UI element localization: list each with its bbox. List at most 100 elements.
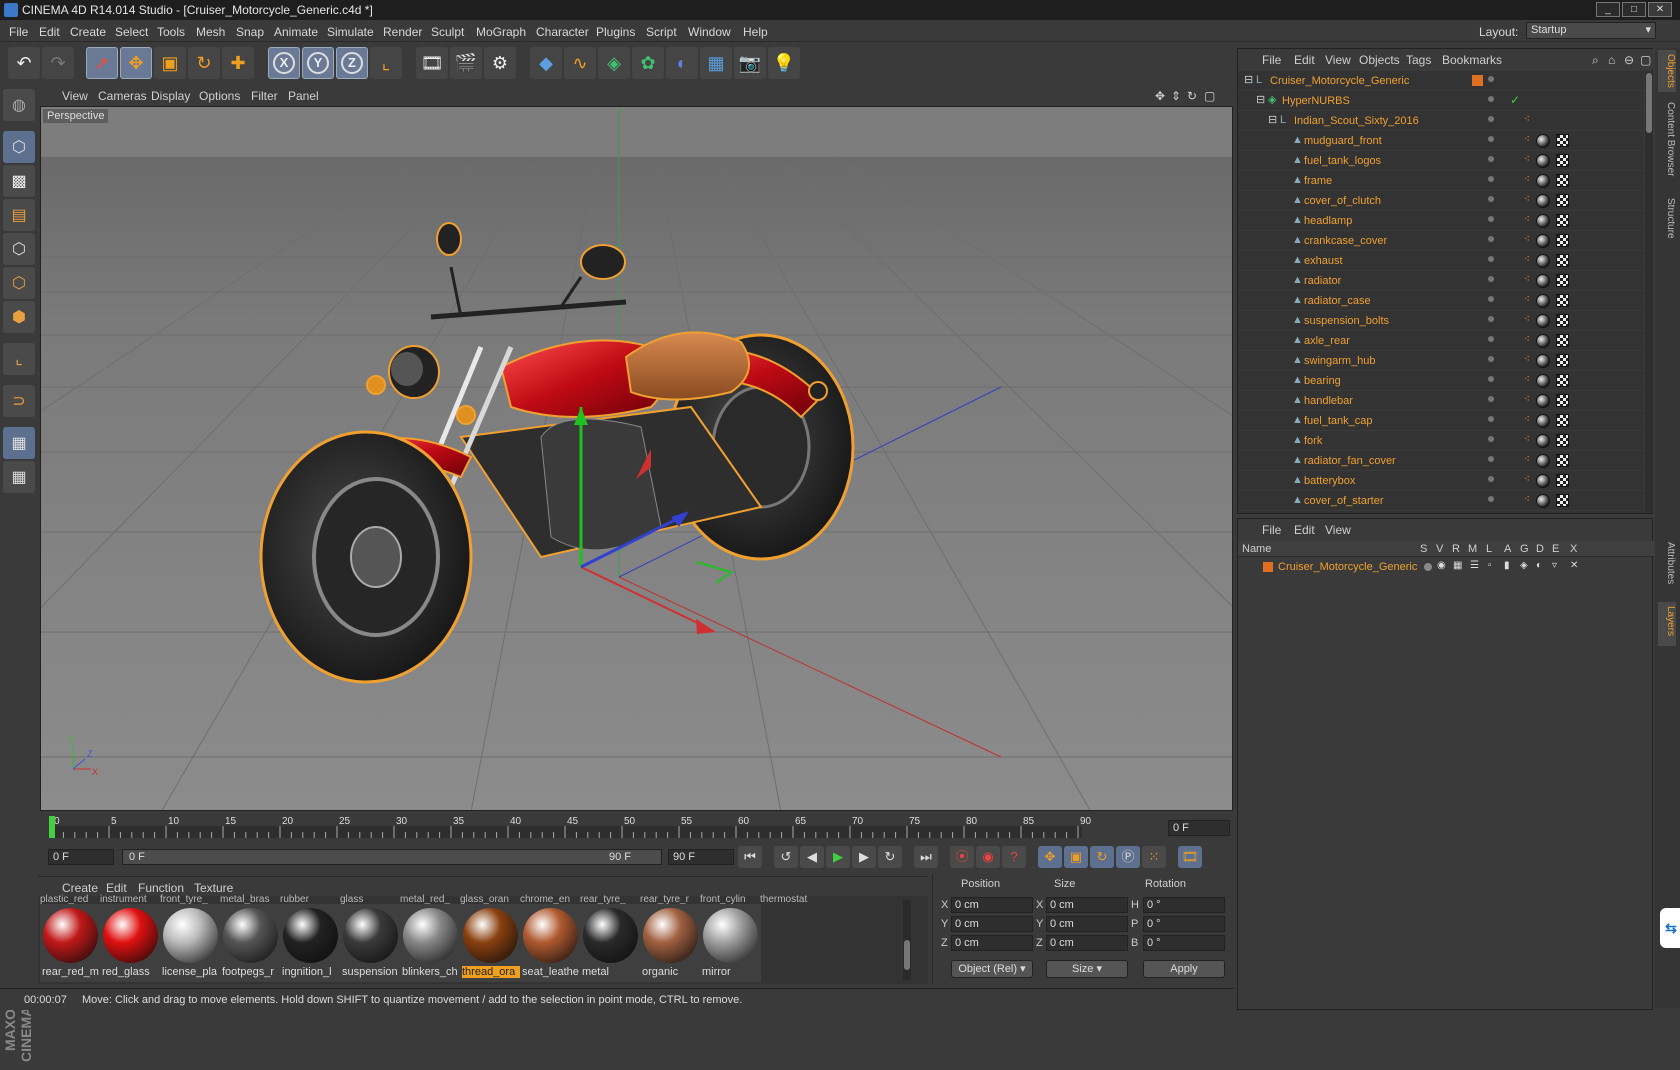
material-preview[interactable]	[703, 908, 758, 963]
object-row[interactable]: ▲ cover_of_clutch ⁖	[1238, 191, 1644, 211]
object-row[interactable]: ▲ fork ⁖	[1238, 431, 1644, 451]
timeline-ruler[interactable]: 0 5 10 15 20 25 30 35 40 45 50 55 60 65 70 75 80 85 90	[38, 814, 1234, 840]
material-tile[interactable]: license_pla	[160, 904, 221, 982]
object-row[interactable]: ▲ fuel_tank_logos ⁖	[1238, 151, 1644, 171]
key-parameter-icon[interactable]: Ⓟ	[1116, 846, 1140, 868]
material-scrollbar[interactable]	[903, 900, 911, 980]
tab-attributes[interactable]: Attributes	[1658, 538, 1676, 596]
object-name[interactable]: cover_of_starter	[1304, 495, 1383, 507]
polygons-mode-icon[interactable]: ⬢	[3, 301, 35, 333]
object-row[interactable]: ▲ crankcase_cover ⁖	[1238, 231, 1644, 251]
tab-structure[interactable]: Structure	[1658, 194, 1676, 246]
uvw-tag-icon[interactable]	[1556, 494, 1569, 507]
menu-create[interactable]: Create	[70, 25, 106, 39]
go-to-start-icon[interactable]: ⏮	[738, 846, 762, 868]
layer-row[interactable]: Cruiser_Motorcycle_Generic ◉ ▦ ☰ ▫ ▮ ◈ ◐…	[1238, 558, 1654, 576]
material-preview[interactable]	[523, 908, 578, 963]
uvw-tag-icon[interactable]	[1556, 434, 1569, 447]
material-tag-icon[interactable]	[1536, 134, 1550, 148]
material-tile[interactable]: footpegs_r	[220, 904, 281, 982]
menu-render[interactable]: Render	[383, 25, 422, 39]
visibility-dot[interactable]	[1488, 196, 1494, 202]
visibility-dot[interactable]	[1488, 116, 1494, 122]
spline-pen-icon[interactable]: ∿	[564, 47, 596, 79]
object-row-hypernurbs[interactable]: ⊟ ◈ HyperNURBS ✓	[1238, 91, 1644, 111]
visibility-dot[interactable]	[1488, 236, 1494, 242]
move-icon[interactable]: ✥	[120, 47, 152, 79]
uvw-tag-icon[interactable]	[1556, 354, 1569, 367]
material-label[interactable]: blinkers_ch	[402, 966, 460, 978]
object-row[interactable]: ▲ cover_of_starter ⁖	[1238, 491, 1644, 511]
object-name[interactable]: axle_rear	[1304, 335, 1350, 347]
timeline-track[interactable]	[52, 826, 1082, 838]
material-menu-texture[interactable]: Texture	[194, 881, 233, 895]
phong-tag-icon[interactable]: ⁖	[1524, 374, 1532, 386]
layer-color-swatch[interactable]	[1263, 562, 1273, 572]
visibility-dot[interactable]	[1488, 436, 1494, 442]
start-frame-field[interactable]: 0 F	[48, 849, 114, 865]
object-row[interactable]: ▲ radiator ⁖	[1238, 271, 1644, 291]
material-menu-create[interactable]: Create	[62, 881, 98, 895]
viewport-menu-cameras[interactable]: Cameras	[98, 89, 147, 103]
material-tag-icon[interactable]	[1536, 374, 1550, 388]
menu-tools[interactable]: Tools	[157, 25, 185, 39]
model-mode-icon[interactable]: ⬡	[3, 131, 35, 163]
menu-plugins[interactable]: Plugins	[596, 25, 635, 39]
phong-tag-icon[interactable]: ⁖	[1524, 254, 1532, 266]
object-name[interactable]: Indian_Scout_Sixty_2016	[1294, 115, 1419, 127]
visibility-dot[interactable]	[1488, 296, 1494, 302]
phong-tag-icon[interactable]: ⁖	[1524, 354, 1532, 366]
material-tag-icon[interactable]	[1536, 414, 1550, 428]
tweak-mode-icon[interactable]: ⊃	[3, 385, 35, 417]
object-name[interactable]: bearing	[1304, 375, 1341, 387]
phong-tag-icon[interactable]: ⁖	[1524, 434, 1532, 446]
material-label[interactable]: organic	[642, 966, 700, 978]
visibility-dot[interactable]	[1488, 96, 1494, 102]
render-picture-viewer-icon[interactable]: 🎬	[450, 47, 482, 79]
visibility-dot[interactable]	[1488, 316, 1494, 322]
visibility-dot[interactable]	[1488, 276, 1494, 282]
phong-tag-icon[interactable]: ⁖	[1524, 114, 1532, 126]
om-menu-tags[interactable]: Tags	[1406, 53, 1431, 67]
menu-animate[interactable]: Animate	[274, 25, 318, 39]
x-axis-lock-icon[interactable]: X	[268, 47, 300, 79]
viewport-menu-filter[interactable]: Filter	[251, 89, 278, 103]
uvw-tag-icon[interactable]	[1556, 394, 1569, 407]
viewport-camera-label[interactable]: Perspective	[43, 109, 109, 123]
end-frame-field[interactable]: 90 F	[668, 849, 734, 865]
close-button[interactable]: ✕	[1648, 2, 1672, 17]
material-tag-icon[interactable]	[1536, 394, 1550, 408]
material-tile[interactable]: thread_ora	[460, 904, 521, 982]
material-tile[interactable]: ingnition_l	[280, 904, 341, 982]
material-tag-icon[interactable]	[1536, 154, 1550, 168]
phong-tag-icon[interactable]: ⁖	[1524, 314, 1532, 326]
object-name[interactable]: headlamp	[1304, 215, 1352, 227]
material-tile[interactable]: rear_red_m	[40, 904, 101, 982]
layer-manager-icon[interactable]: ☰	[1470, 560, 1479, 571]
object-row-group[interactable]: ⊟ L Indian_Scout_Sixty_2016 ⁖	[1238, 111, 1644, 131]
maximize-button[interactable]: □	[1622, 2, 1646, 17]
menu-select[interactable]: Select	[115, 25, 148, 39]
material-menu-function[interactable]: Function	[138, 881, 184, 895]
visibility-dot[interactable]	[1488, 216, 1494, 222]
position-y-field[interactable]: 0 cm	[951, 916, 1033, 932]
phong-tag-icon[interactable]: ⁖	[1524, 194, 1532, 206]
menu-help[interactable]: Help	[743, 25, 768, 39]
material-menu-edit[interactable]: Edit	[106, 881, 127, 895]
light-icon[interactable]: 💡	[768, 47, 800, 79]
material-preview[interactable]	[463, 908, 518, 963]
viewport-menu-panel[interactable]: Panel	[288, 89, 319, 103]
object-name[interactable]: cover_of_clutch	[1304, 195, 1381, 207]
viewport-move-icon[interactable]: ✥	[1155, 89, 1165, 103]
visibility-dot[interactable]	[1488, 176, 1494, 182]
uvw-tag-icon[interactable]	[1556, 214, 1569, 227]
step-forward-icon[interactable]: ▶	[852, 846, 876, 868]
key-position-icon[interactable]: ✥	[1038, 846, 1062, 868]
viewport-menu-options[interactable]: Options	[199, 89, 240, 103]
viewport-maximize-icon[interactable]: ▢	[1204, 89, 1215, 103]
rotation-b-field[interactable]: 0 °	[1143, 935, 1225, 951]
workplane-mode-icon[interactable]: ▤	[3, 199, 35, 231]
layer-animation-icon[interactable]: ▮	[1504, 560, 1510, 571]
go-to-next-key-icon[interactable]: ↻	[878, 846, 902, 868]
layer-solo-toggle[interactable]	[1424, 563, 1432, 571]
